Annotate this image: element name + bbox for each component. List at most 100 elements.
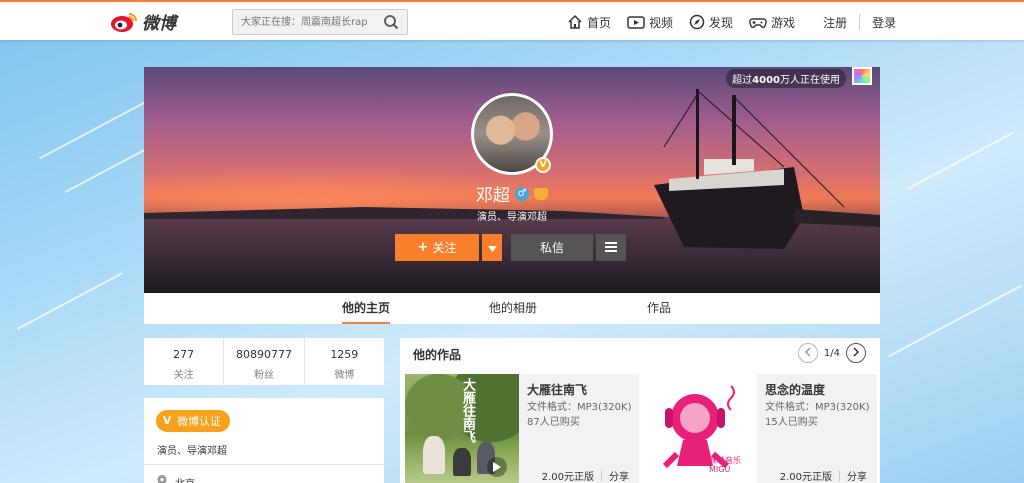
search-box [232,9,408,35]
page-indicator: 1/4 [823,347,840,359]
album-cover[interactable]: 大雁往南飞 [405,374,519,483]
search-icon[interactable] [383,14,399,33]
follow-dropdown-button[interactable] [482,234,502,261]
profile-cover: 超过4000万人正在使用 V 邓超 ♂ 演员、导演邓超 + 关注 私信 [144,67,880,293]
stat-value: 80890777 [235,348,292,361]
work-actions: 2.00元正版 分享 [542,468,629,483]
follow-button[interactable]: + 关注 [395,234,479,261]
follow-label: 关注 [432,241,457,255]
message-label: 私信 [539,241,564,255]
work-buyers: 87人已购买 [527,417,580,428]
background-streak [888,284,1022,358]
stat-label: 粉丝 [253,370,274,381]
background-streak [906,131,1014,191]
nav-video-label: 视频 [649,15,674,30]
divider [144,464,384,465]
skin-palette-icon[interactable] [852,67,872,85]
message-button[interactable]: 私信 [511,234,593,261]
work-actions: 2.00元正版 分享 [780,468,867,483]
stat-label: 微博 [334,370,355,381]
home-icon [567,14,583,30]
next-page-button[interactable] [846,343,866,363]
tab-album[interactable]: 他的相册 [489,293,537,324]
weibo-logo[interactable]: 微博 [110,9,176,34]
login-link[interactable]: 登录 [872,14,896,31]
nav-games[interactable]: 游戏 [749,14,795,31]
online-users-badge: 超过4000万人正在使用 [726,69,846,88]
online-count: 4000 [752,75,780,86]
profile-actions: + 关注 私信 [395,234,626,261]
nav-home[interactable]: 首页 [567,14,611,31]
search-input[interactable] [233,10,375,34]
chevron-left-icon [804,346,812,360]
verified-badge[interactable]: V 微博认证 [156,410,230,432]
tab-home[interactable]: 他的主页 [342,293,391,324]
plus-icon: + [417,240,429,255]
work-buyers: 15人已购买 [765,417,818,428]
photo-figure [453,448,471,476]
works-title: 他的作品 [413,348,462,362]
photo-figure [423,436,445,474]
work-card[interactable]: 咪咕音乐 MIGU 思念的温度 文件格式：MP3(320K) 15人已购买 2.… [643,374,877,483]
stat-value: 1259 [330,348,359,361]
menu-icon [605,241,617,255]
album-cover-text: 大雁往南飞 [460,378,475,443]
nav-home-label: 首页 [587,15,612,30]
stat-label: 关注 [173,370,194,381]
background-streak [64,148,146,194]
verified-badge-label: 微博认证 [177,415,221,428]
location-text: 北京 [175,475,195,483]
stat-posts[interactable]: 1259 微博 [305,338,384,385]
profile-tabs: 他的主页 他的相册 作品 [144,293,880,324]
verification-description: 演员、导演邓超 [157,446,227,457]
online-suffix: 万人正在使用 [780,75,840,86]
work-format: 文件格式：MP3(320K) [765,402,870,413]
buy-link[interactable]: 2.00元正版 [780,468,832,483]
gamepad-icon [749,14,767,30]
play-icon[interactable] [487,457,507,477]
location-pin-icon [157,475,167,483]
stat-value: 277 [173,348,195,361]
profile-stats: 277 关注 80890777 粉丝 1259 微博 [144,338,384,385]
verified-v-icon: V [162,414,172,427]
stat-followers[interactable]: 80890777 粉丝 [224,338,305,385]
video-icon [627,14,645,30]
works-panel: 他的作品 1/4 大雁往南飞 大雁往南飞 文件格式：MP3(320K) 87人已… [400,338,880,483]
stat-following[interactable]: 277 关注 [144,338,225,385]
album-cover-text: 咪咕音乐 MIGU [709,456,741,474]
location-row: 北京 [157,475,195,483]
nav-discover[interactable]: 发现 [689,14,733,31]
weibo-eye-icon [110,11,138,33]
nav-video[interactable]: 视频 [627,14,673,31]
register-link[interactable]: 注册 [823,14,847,31]
member-crown-icon[interactable] [534,187,548,200]
nav-divider [859,14,861,30]
more-menu-button[interactable] [596,234,626,261]
nav-discover-label: 发现 [709,15,734,30]
divider [601,470,602,481]
logo-text: 微博 [142,14,176,34]
buy-link[interactable]: 2.00元正版 [542,468,594,483]
verification-card: V 微博认证 演员、导演邓超 北京 [144,398,384,483]
main-nav: 首页 视频 发现 游戏 注册 登录 [567,10,896,34]
verified-v-icon: V [535,157,551,173]
chevron-right-icon [852,346,860,360]
prev-page-button[interactable] [797,343,818,363]
album-cover-image: 咪咕音乐 MIGU [643,374,757,483]
avatar-container: V [471,93,553,175]
share-link[interactable]: 分享 [847,468,867,483]
work-title[interactable]: 大雁往南飞 [527,381,587,398]
compass-icon [689,14,705,30]
work-title[interactable]: 思念的温度 [765,381,825,398]
user-description: 演员、导演邓超 [477,212,547,223]
top-navigation-bar: 微博 首页 视频 发现 游戏 注册 登录 [0,0,1024,40]
album-cover[interactable]: 咪咕音乐 MIGU [643,374,757,483]
divider [839,470,840,481]
works-pager: 1/4 [797,343,866,363]
online-prefix: 超过 [732,75,753,86]
share-link[interactable]: 分享 [609,468,629,483]
nav-games-label: 游戏 [771,15,796,30]
work-format: 文件格式：MP3(320K) [527,402,632,413]
work-card[interactable]: 大雁往南飞 大雁往南飞 文件格式：MP3(320K) 87人已购买 2.00元正… [405,374,639,483]
tab-works[interactable]: 作品 [647,293,671,324]
